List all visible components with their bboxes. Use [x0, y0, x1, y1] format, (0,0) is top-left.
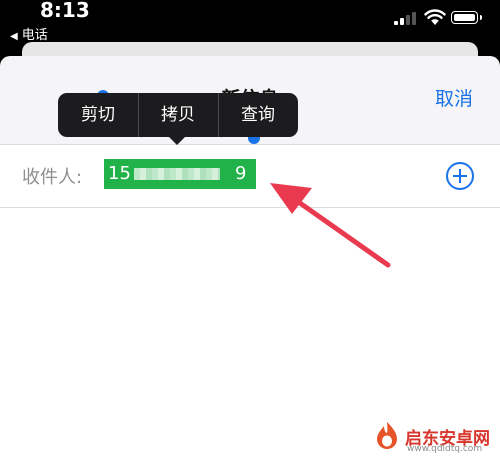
recipient-label: 收件人: [22, 167, 83, 188]
recipient-row: 收件人: 15 9 [0, 145, 500, 207]
flame-logo-icon [377, 422, 397, 449]
battery-icon [451, 11, 482, 24]
cancel-button[interactable]: 取消 [435, 84, 473, 111]
context-menu-pointer [168, 136, 186, 145]
plus-circle-icon[interactable] [445, 161, 475, 191]
selected-text-end: 9 [235, 163, 247, 184]
status-bar: 8:13 ◀ 电话 [0, 0, 500, 44]
back-app-label: 电话 [21, 28, 48, 43]
watermark-url: www.qdldtq.com [407, 444, 483, 454]
wifi-icon [424, 9, 446, 25]
cellular-signal-icon [394, 11, 420, 25]
menu-item-copy[interactable]: 拷贝 [138, 93, 218, 137]
status-time: 8:13 [40, 0, 90, 22]
back-arrow-icon: ◀ [10, 31, 18, 42]
menu-item-lookup[interactable]: 查询 [218, 93, 298, 137]
recipient-input-selection[interactable]: 15 9 [104, 159, 256, 189]
back-to-app-link[interactable]: ◀ 电话 [10, 24, 48, 43]
selected-text-start: 15 [108, 163, 131, 184]
redacted-digits [134, 168, 220, 180]
context-menu: 剪切 拷贝 查询 [58, 93, 298, 137]
menu-item-cut[interactable]: 剪切 [58, 93, 138, 137]
